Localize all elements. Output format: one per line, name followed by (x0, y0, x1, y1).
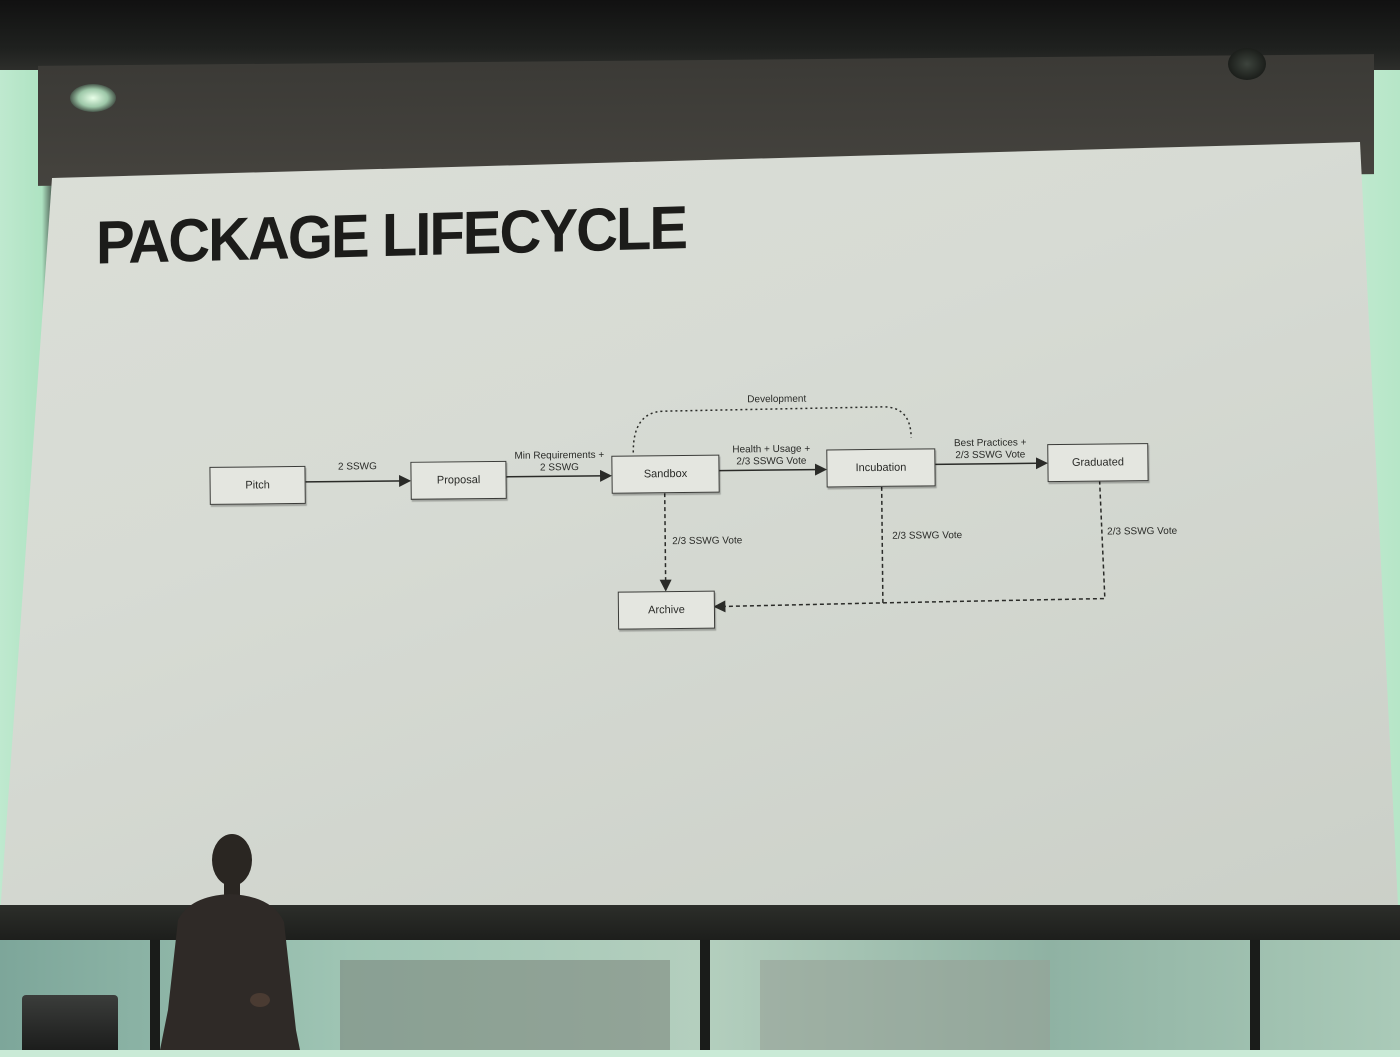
edge-sandbox-incubation (719, 463, 827, 476)
label-sandbox-archive: 2/3 SSWG Vote (672, 535, 743, 548)
edge-incubation-graduated (935, 457, 1048, 470)
label-pitch-proposal: 2 SSWG (337, 461, 377, 473)
background-building (340, 960, 670, 1050)
node-graduated: Graduated (1047, 443, 1149, 483)
window-mullion (1250, 940, 1260, 1050)
edge-sandbox-archive (659, 493, 672, 592)
label-incubation-archive: 2/3 SSWG Vote (892, 530, 963, 542)
label-development: Development (747, 393, 807, 406)
label-incubation-graduated-line1: Best Practices + (953, 437, 1027, 450)
edge-proposal-sandbox (506, 469, 613, 482)
label-sandbox-incubation-line2: 2/3 SSWG Vote (736, 455, 807, 468)
node-pitch: Pitch (209, 465, 306, 505)
node-incubation: Incubation (826, 448, 936, 488)
label-incubation-graduated-line2: 2/3 SSWG Vote (955, 449, 1026, 462)
label-proposal-sandbox-line2: 2 SSWG (539, 462, 579, 474)
edge-pitch-proposal (305, 474, 412, 487)
node-archive: Archive (617, 590, 716, 630)
window-mullion (700, 940, 710, 1050)
background-scaffolding (760, 960, 1050, 1050)
speaker-silhouette (160, 834, 300, 1050)
node-sandbox: Sandbox (611, 454, 720, 494)
label-sandbox-incubation-line1: Health + Usage + (732, 443, 811, 456)
node-proposal: Proposal (410, 460, 507, 500)
label-proposal-sandbox-line1: Min Requirements + (514, 449, 605, 462)
laptop (22, 995, 118, 1050)
label-graduated-archive: 2/3 SSWG Vote (1107, 525, 1178, 538)
window-mullion (150, 940, 160, 1050)
